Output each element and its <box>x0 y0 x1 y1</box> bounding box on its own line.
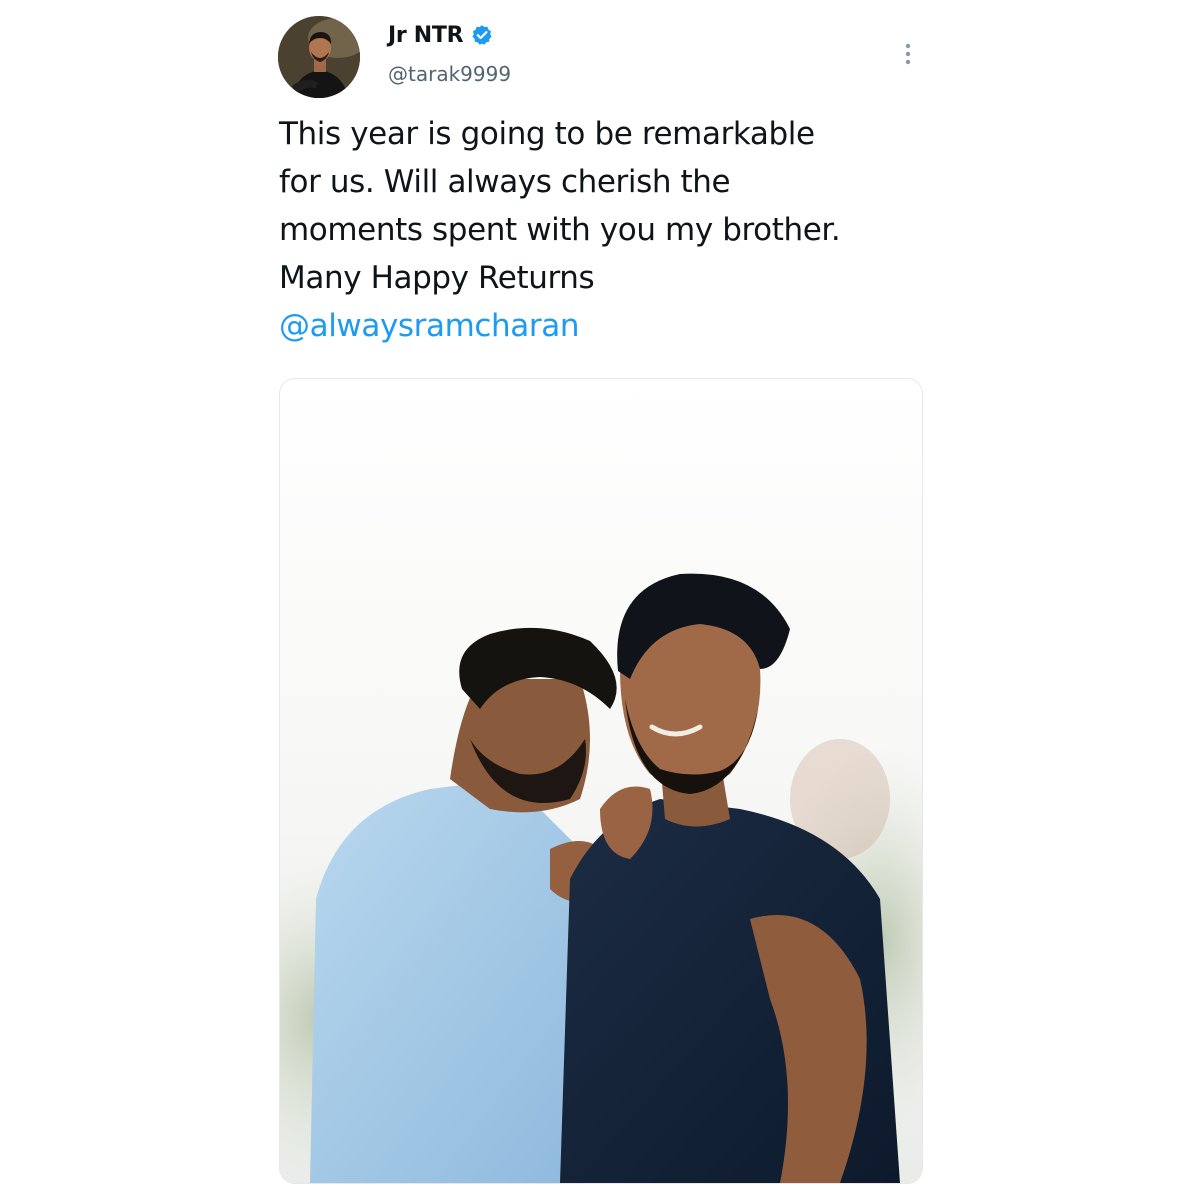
author-handle[interactable]: @tarak9999 <box>388 62 511 86</box>
more-options-button[interactable] <box>896 40 920 68</box>
author-name-row[interactable]: Jr NTR <box>388 20 493 50</box>
author-avatar[interactable] <box>278 16 360 98</box>
tweet-text: This year is going to be remarkable for … <box>279 110 919 350</box>
tweet-card: Jr NTR @tarak9999 This year is going to … <box>0 0 1200 1200</box>
author-display-name[interactable]: Jr NTR <box>388 23 464 48</box>
tweet-text-line: This year is going to be remarkable <box>279 116 815 152</box>
mention-link[interactable]: @alwaysramcharan <box>279 308 579 344</box>
avatar-photo <box>278 16 360 98</box>
vertical-ellipsis-icon <box>905 43 911 65</box>
tweet-text-line: moments spent with you my brother. <box>279 212 841 248</box>
tweet-text-line: for us. Will always cherish the <box>279 164 731 200</box>
photo-image <box>280 379 922 1183</box>
tweet-text-line: Many Happy Returns <box>279 260 595 296</box>
tweet-photo[interactable] <box>279 378 923 1184</box>
verified-badge-icon <box>471 24 493 46</box>
